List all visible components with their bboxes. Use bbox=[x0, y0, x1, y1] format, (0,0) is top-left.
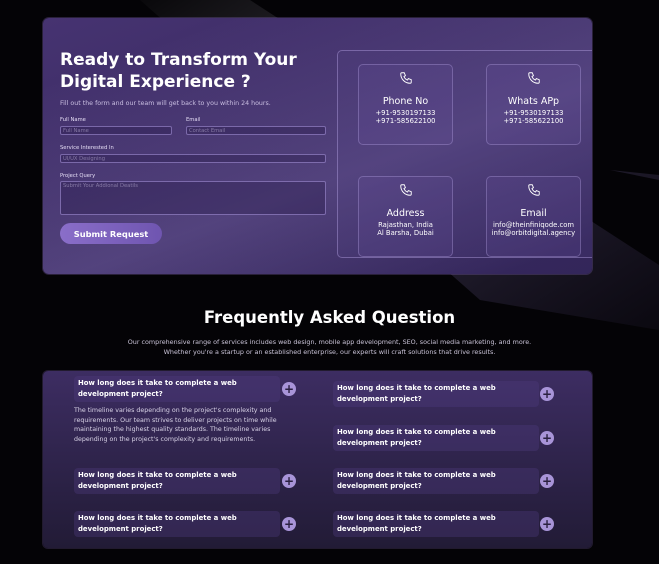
email-line-1: info@theinfiniqode.com bbox=[492, 221, 575, 229]
service-label: Service Interested In bbox=[60, 145, 114, 151]
plus-icon[interactable]: + bbox=[282, 474, 296, 488]
faq-question[interactable]: How long does it take to complete a web … bbox=[333, 381, 539, 407]
service-input[interactable] bbox=[60, 154, 326, 163]
faq-answer: The timeline varies depending on the pro… bbox=[74, 407, 277, 443]
faq-question[interactable]: How long does it take to complete a web … bbox=[333, 511, 539, 537]
faq-question[interactable]: How long does it take to complete a web … bbox=[333, 468, 539, 494]
phone-title: Phone No bbox=[382, 96, 429, 107]
phone-icon bbox=[400, 72, 412, 84]
plus-icon[interactable]: + bbox=[540, 387, 554, 401]
faq-question[interactable]: How long does it take to complete a web … bbox=[333, 425, 539, 451]
email-title: Email bbox=[520, 208, 547, 219]
contact-subtitle: Fill out the form and our team will get … bbox=[60, 100, 271, 107]
phone-line-1: +91-9530197133 bbox=[375, 109, 436, 117]
plus-icon[interactable]: + bbox=[282, 382, 296, 396]
plus-icon[interactable]: + bbox=[540, 474, 554, 488]
address-title: Address bbox=[386, 208, 425, 219]
full-name-input[interactable] bbox=[60, 126, 172, 135]
email-line-2: info@orbitdigital.agency bbox=[491, 229, 576, 237]
whatsapp-card: Whats APp +91-9530197133 +971-585622100 bbox=[486, 64, 581, 145]
contact-title: Ready to Transform Your Digital Experien… bbox=[60, 50, 297, 92]
faq-question[interactable]: How long does it take to complete a web … bbox=[74, 511, 280, 537]
email-input[interactable] bbox=[186, 126, 326, 135]
phone-icon bbox=[528, 72, 540, 84]
email-card: Email info@theinfiniqode.com info@orbitd… bbox=[486, 176, 581, 257]
plus-icon[interactable]: + bbox=[282, 517, 296, 531]
faq-question[interactable]: How long does it take to complete a web … bbox=[74, 468, 280, 494]
query-label: Project Query bbox=[60, 173, 96, 179]
phone-card: Phone No +91-9530197133 +971-585622100 bbox=[358, 64, 453, 145]
faq-panel: How long does it take to complete a web … bbox=[43, 371, 592, 548]
phone-line-2: +971-585622100 bbox=[375, 117, 436, 125]
address-line-2: Al Barsha, Dubai bbox=[377, 229, 434, 237]
plus-icon[interactable]: + bbox=[540, 517, 554, 531]
phone-icon bbox=[400, 184, 412, 196]
address-line-1: Rajasthan, India bbox=[378, 221, 433, 229]
contact-section: Ready to Transform Your Digital Experien… bbox=[43, 18, 592, 274]
faq-question[interactable]: How long does it take to complete a web … bbox=[74, 376, 280, 402]
whatsapp-line-2: +971-585622100 bbox=[503, 117, 564, 125]
faq-description: Our comprehensive range of services incl… bbox=[127, 338, 532, 356]
plus-icon[interactable]: + bbox=[540, 431, 554, 445]
email-label: Email bbox=[186, 117, 201, 123]
faq-title: Frequently Asked Question bbox=[203, 308, 456, 327]
contact-info-panel: Phone No +91-9530197133 +971-585622100 W… bbox=[337, 50, 592, 258]
whatsapp-line-1: +91-9530197133 bbox=[503, 109, 564, 117]
whatsapp-title: Whats APp bbox=[507, 96, 560, 107]
query-textarea[interactable] bbox=[60, 181, 326, 215]
address-card: Address Rajasthan, India Al Barsha, Duba… bbox=[358, 176, 453, 257]
submit-request-button[interactable]: Submit Request bbox=[60, 223, 162, 244]
full-name-label: Full Name bbox=[60, 117, 86, 123]
phone-icon bbox=[528, 184, 540, 196]
